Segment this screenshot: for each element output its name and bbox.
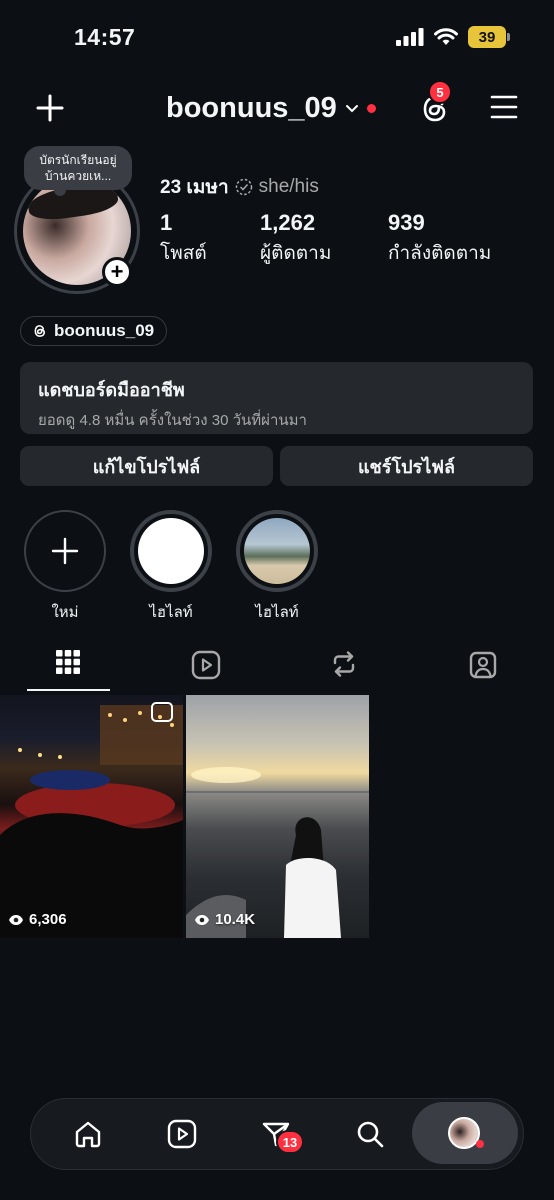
threads-badge: 5 — [428, 80, 452, 104]
eye-icon — [195, 914, 209, 925]
plus-icon — [51, 537, 79, 565]
nav-home[interactable] — [66, 1112, 110, 1156]
nav-search[interactable] — [348, 1112, 392, 1156]
profile-note[interactable]: บัตรนักเรียนอยู่บ้านควยเห... — [24, 146, 132, 196]
hamburger-menu-icon — [490, 95, 518, 119]
highlight-label: ไฮไลท์ — [255, 604, 299, 621]
stat-followers-value: 1,262 — [260, 210, 316, 235]
threads-handle: boonuus_09 — [54, 321, 155, 340]
share-profile-button[interactable]: แชร์โปรไฟล์ — [280, 446, 533, 486]
notification-dot — [366, 104, 376, 113]
menu-button[interactable] — [490, 94, 518, 120]
threads-profile-link[interactable]: boonuus_09 — [20, 316, 168, 346]
post-views: 6,306 — [8, 911, 67, 928]
battery-indicator: 39 — [468, 26, 510, 48]
eye-icon — [9, 914, 23, 925]
stat-posts[interactable]: 1 โพสต์ — [160, 210, 207, 268]
threads-button[interactable]: 5 — [420, 80, 452, 126]
repost-icon — [333, 651, 355, 677]
nav-reels[interactable] — [160, 1112, 204, 1156]
stat-following-label: กำลังติดตาม — [388, 243, 492, 264]
active-tab-indicator — [27, 689, 110, 691]
stat-followers[interactable]: 1,262 ผู้ติดตาม — [260, 210, 331, 268]
nav-messages[interactable]: 13 — [254, 1112, 304, 1156]
dashboard-title: แดชบอร์ดมืออาชีพ — [38, 380, 185, 400]
post-thumbnail[interactable]: 6,306 — [0, 695, 183, 938]
post-views: 10.4K — [194, 911, 255, 928]
header-username: boonuus_09 — [166, 92, 337, 124]
stat-followers-label: ผู้ติดตาม — [260, 243, 332, 264]
reels-icon — [167, 1119, 197, 1149]
add-story-button[interactable]: + — [102, 257, 132, 287]
create-button[interactable] — [36, 94, 64, 122]
profile-notification-dot — [476, 1140, 484, 1148]
post-image — [186, 767, 369, 938]
highlight-cover — [138, 518, 204, 584]
threads-icon — [34, 325, 45, 337]
wifi-icon — [434, 28, 458, 45]
reels-icon — [191, 650, 221, 680]
stat-posts-label: โพสต์ — [160, 243, 207, 264]
post-views-count: 6,306 — [29, 911, 67, 928]
tagged-person-icon — [469, 651, 497, 679]
display-name: 23 เมษา — [160, 177, 229, 198]
status-time: 14:57 — [74, 24, 136, 50]
stat-posts-value: 1 — [160, 210, 173, 235]
tab-tagged[interactable] — [453, 650, 513, 680]
highlight-label: ใหม่ — [51, 604, 79, 621]
highlight-ring — [130, 510, 212, 592]
messages-badge: 13 — [276, 1130, 304, 1154]
highlight-item[interactable]: ไฮไลท์ — [236, 510, 318, 624]
plus-icon — [36, 94, 64, 122]
professional-dashboard[interactable]: แดชบอร์ดมืออาชีพ ยอดดู 4.8 หมื่น ครั้งใน… — [20, 362, 533, 434]
post-thumbnail[interactable]: 10.4K — [186, 695, 369, 938]
highlight-cover — [244, 518, 310, 584]
search-icon — [357, 1121, 384, 1148]
highlight-new[interactable]: ใหม่ — [24, 510, 106, 624]
post-views-count: 10.4K — [215, 911, 256, 928]
tab-grid[interactable] — [38, 650, 98, 680]
tab-reposts[interactable] — [314, 650, 374, 680]
pronouns: she/his — [258, 176, 319, 197]
edit-profile-button[interactable]: แก้ไขโปรไฟล์ — [20, 446, 273, 486]
highlight-label: ไฮไลท์ — [149, 604, 193, 621]
verified-dashed-icon — [235, 178, 252, 196]
stat-following[interactable]: 939 กำลังติดตาม — [388, 210, 491, 268]
stat-following-value: 939 — [388, 210, 425, 235]
dashboard-subtitle: ยอดดู 4.8 หมื่น ครั้งในช่วง 30 วันที่ผ่า… — [38, 412, 307, 429]
grid-icon — [56, 650, 80, 674]
post-image — [0, 702, 183, 938]
account-switcher[interactable]: boonuus_09 — [166, 92, 376, 125]
signal-icon — [396, 28, 424, 46]
status-icons: 39 — [396, 26, 510, 48]
profile-name-row: 23 เมษา she/his — [160, 172, 319, 202]
home-icon — [75, 1121, 101, 1148]
chevron-down-icon — [345, 104, 358, 112]
tab-reels[interactable] — [176, 650, 236, 680]
highlight-item[interactable]: ไฮไลท์ — [130, 510, 212, 624]
highlight-ring — [236, 510, 318, 592]
highlight-new-ring — [24, 510, 106, 592]
